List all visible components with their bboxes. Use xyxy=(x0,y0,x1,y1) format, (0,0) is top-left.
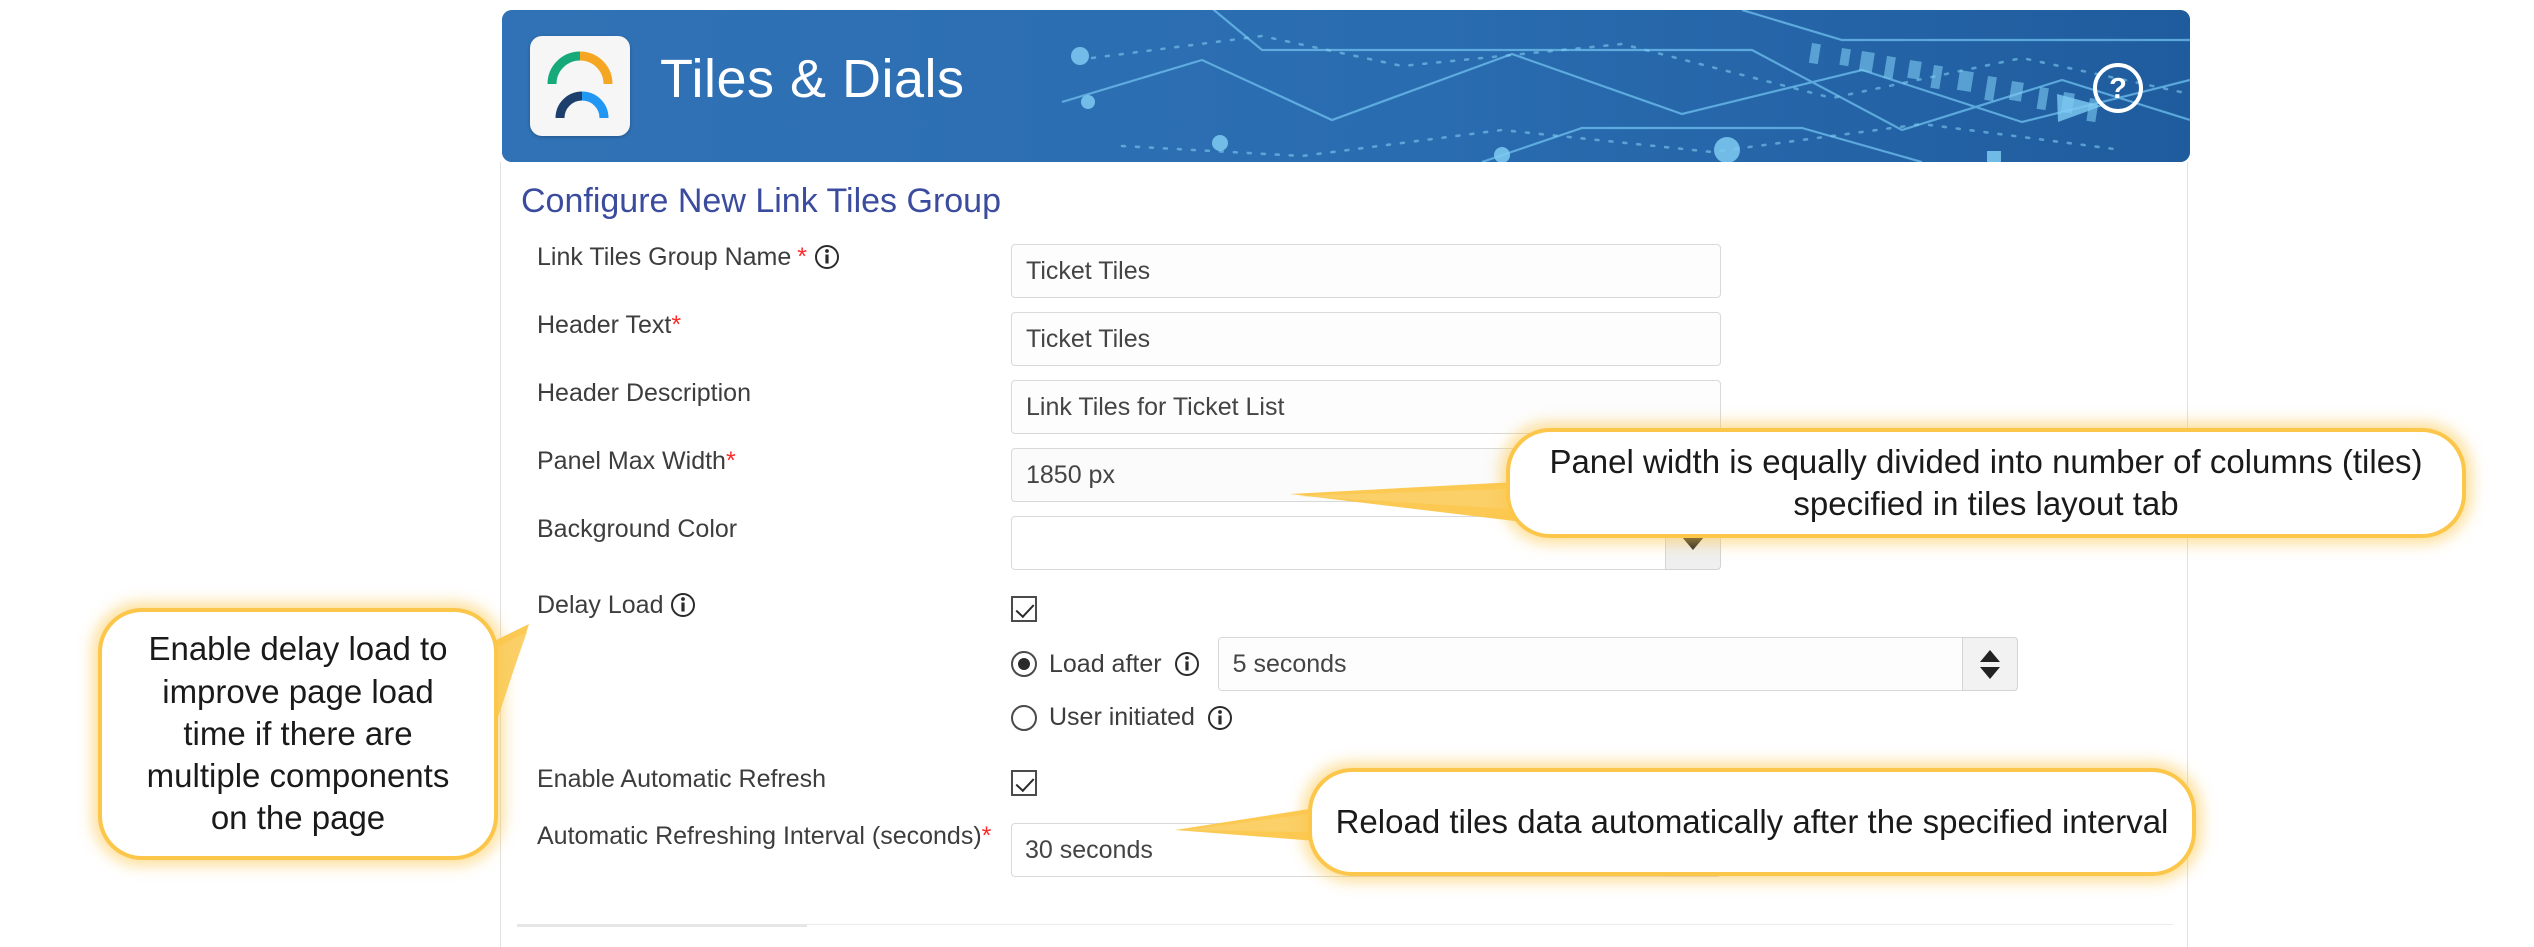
spacer-label xyxy=(501,703,1011,731)
stepper-up-icon[interactable] xyxy=(1979,649,2000,662)
label-text: Link Tiles Group Name xyxy=(537,243,792,271)
info-circle-icon[interactable] xyxy=(814,244,840,270)
label-text: Enable Automatic Refresh xyxy=(537,765,827,793)
required-marker: * xyxy=(671,311,682,339)
chevron-down-icon xyxy=(1682,536,1704,550)
field-label-header-description: Header Description xyxy=(501,379,1011,408)
required-marker: * xyxy=(981,822,992,850)
user-initiated-radio[interactable] xyxy=(1011,704,1037,731)
field-control-group-name xyxy=(1011,244,1721,298)
label-text: Automatic Refreshing Interval (seconds) xyxy=(537,822,982,850)
label-text: Background Color xyxy=(537,515,738,543)
header-text-input[interactable] xyxy=(1011,312,1721,366)
info-circle-icon[interactable] xyxy=(670,592,696,618)
field-label-group-name: Link Tiles Group Name * xyxy=(501,243,1011,272)
question-circle-icon: ? xyxy=(2093,63,2143,113)
form-row-header-description: Header Description xyxy=(501,379,2187,434)
field-control-enable-automatic-refresh xyxy=(1011,766,1037,801)
app-logo xyxy=(530,36,630,136)
load-after-seconds-input[interactable] xyxy=(1217,637,2018,691)
gauge-arcs-logo-icon xyxy=(547,51,613,119)
label-text: Delay Load xyxy=(537,591,664,619)
page-title: Configure New Link Tiles Group xyxy=(521,182,1002,220)
label-text: Panel Max Width xyxy=(537,447,726,475)
user-initiated-label: User initiated xyxy=(1049,703,1195,731)
field-label-delay-load: Delay Load xyxy=(501,591,1011,620)
user-initiated-option: User initiated xyxy=(1011,703,1233,732)
help-button[interactable]: ? xyxy=(2090,60,2146,116)
field-control-header-description xyxy=(1011,380,1721,434)
field-label-enable-automatic-refresh: Enable Automatic Refresh xyxy=(501,765,1011,794)
svg-text:?: ? xyxy=(2109,73,2127,105)
app-header-banner: Tiles & Dials ? xyxy=(502,10,2190,162)
load-after-radio[interactable] xyxy=(1011,651,1037,677)
form-row-group-name: Link Tiles Group Name * xyxy=(501,243,2187,298)
field-label-header-text: Header Text* xyxy=(501,311,1011,340)
field-control-delay-load xyxy=(1011,592,1037,627)
callout-text: Enable delay load to improve page load t… xyxy=(146,630,450,837)
form-row-user-initiated: User initiated xyxy=(501,703,2187,732)
field-label-refresh-interval: Automatic Refreshing Interval (seconds)* xyxy=(501,822,1011,851)
callout-text: Reload tiles data automatically after th… xyxy=(1335,802,2169,840)
field-label-background-color: Background Color xyxy=(501,515,1011,544)
panel-width-callout: Panel width is equally divided into numb… xyxy=(1506,428,2466,538)
spacer-label xyxy=(501,637,1011,665)
group-name-input[interactable] xyxy=(1011,244,1721,298)
screenshot-root: Tiles & Dials ? Configure New Link Tiles… xyxy=(0,0,2534,947)
delay-load-checkbox[interactable] xyxy=(1011,596,1037,622)
app-title: Tiles & Dials xyxy=(660,49,965,109)
stepper-down-icon[interactable] xyxy=(1979,666,2000,679)
load-after-option: Load after xyxy=(1011,637,2018,691)
header-description-input[interactable] xyxy=(1011,380,1721,434)
field-label-panel-max-width: Panel Max Width* xyxy=(501,447,1011,476)
label-text: Header Description xyxy=(537,379,751,407)
delay-load-callout: Enable delay load to improve page load t… xyxy=(98,608,498,860)
load-after-seconds-stepper[interactable] xyxy=(1217,637,2018,691)
load-after-label: Load after xyxy=(1049,649,1162,678)
enable-automatic-refresh-checkbox[interactable] xyxy=(1011,770,1037,796)
callout-text: Panel width is equally divided into numb… xyxy=(1549,442,2423,522)
required-marker: * xyxy=(725,447,736,475)
required-marker: * xyxy=(797,243,808,271)
label-text: Header Text xyxy=(537,311,672,339)
info-circle-icon[interactable] xyxy=(1207,705,1233,731)
auto-refresh-callout: Reload tiles data automatically after th… xyxy=(1308,768,2196,876)
stepper-buttons[interactable] xyxy=(1961,637,2018,691)
form-row-delay-load: Delay Load xyxy=(501,591,2187,627)
form-row-load-after: Load after xyxy=(501,637,2187,691)
field-control-header-text xyxy=(1011,312,1721,366)
form-row-header-text: Header Text* xyxy=(501,311,2187,366)
panel-bottom-divider xyxy=(517,924,2173,927)
info-circle-icon[interactable] xyxy=(1174,651,1200,677)
